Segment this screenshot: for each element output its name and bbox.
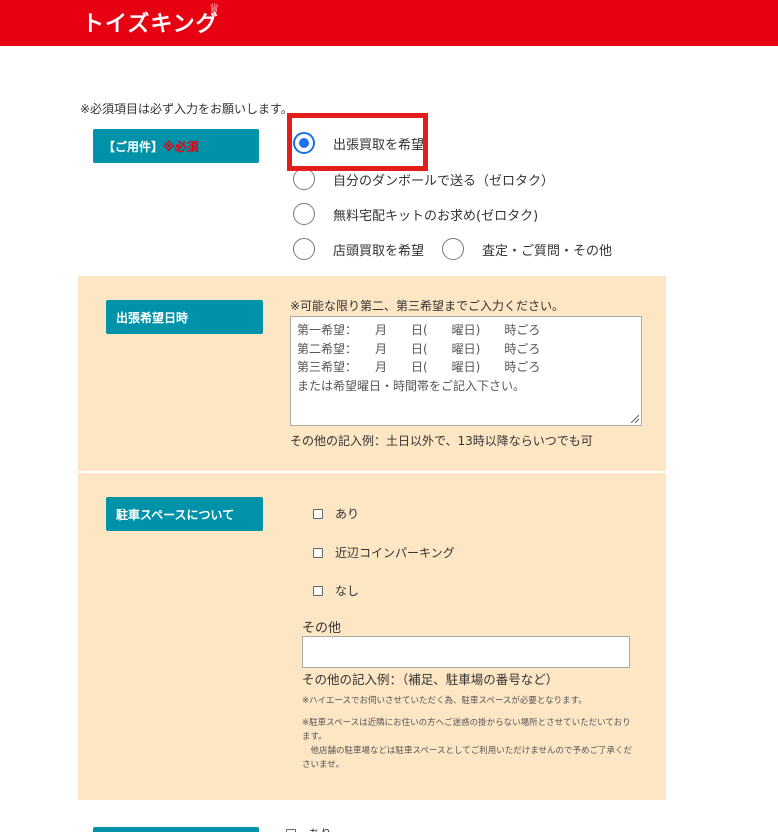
checkbox-label: あり (335, 507, 360, 521)
checkbox-label: 近辺コインパーキング (335, 546, 455, 560)
checkbox[interactable] (313, 547, 323, 558)
radio-button[interactable] (293, 203, 315, 225)
radio-option-own-box[interactable]: 自分のダンボールで送る（ゼロタク） (293, 168, 554, 190)
required-mark: ※必須 (163, 140, 199, 154)
crown-icon: ♕ (209, 1, 220, 15)
radio-label: 査定・ご質問・その他 (482, 243, 613, 259)
visit-date-label: 出張希望日時 (106, 300, 263, 334)
checkbox-label: あり (308, 825, 332, 832)
site-header: トイズキング ♕ (0, 0, 778, 46)
radio-option-store-purchase[interactable]: 店頭買取を希望 (293, 238, 424, 260)
required-note: ※必須項目は必ず入力をお願いします。 (80, 102, 293, 116)
checkbox-option-yes[interactable]: あり (313, 505, 359, 522)
checkbox-label: なし (335, 584, 360, 598)
textarea-line: 第二希望： 月 日( 曜日) 時ごろ (297, 341, 541, 356)
radio-button[interactable] (293, 238, 315, 260)
parking-label: 駐車スペースについて (106, 497, 263, 531)
parking-other-example: その他の記入例：（補足、駐車場の番号など） (302, 672, 559, 687)
checkbox-option-none[interactable]: なし (313, 582, 359, 599)
radio-option-free-kit[interactable]: 無料宅配キットのお求め(ゼロタク) (293, 203, 538, 225)
visit-date-hint: ※可能な限り第二、第三希望までご入力ください。 (290, 299, 565, 313)
next-section-option[interactable]: あり (286, 825, 332, 832)
radio-label: 店頭買取を希望 (333, 243, 425, 259)
checkbox[interactable] (286, 828, 296, 832)
textarea-line: 第一希望： 月 日( 曜日) 時ごろ (297, 323, 541, 337)
parking-other-label: その他 (302, 621, 342, 636)
textarea-line: 第三希望： 月 日( 曜日) 時ごろ (297, 360, 541, 374)
visit-date-example: その他の記入例：土日以外で、13時以降ならいつでも可 (290, 434, 593, 448)
parking-note-line: ます。 (302, 732, 327, 742)
parking-note-hiace: ※ハイエースでお伺いさせていただく為、駐車スペースが必要となります。 (302, 696, 587, 706)
radio-label: 自分のダンボールで送る（ゼロタク） (333, 173, 555, 189)
radio-label: 無料宅配キットのお求め(ゼロタク) (333, 208, 539, 224)
radio-button[interactable] (442, 238, 464, 260)
checkbox-option-coin-parking[interactable]: 近辺コインパーキング (313, 544, 455, 561)
checkbox[interactable] (313, 585, 323, 596)
textarea-line: または希望曜日・時間帯をご記入下さい。 (297, 378, 526, 393)
next-section-label (93, 827, 259, 832)
parking-other-input[interactable] (302, 636, 630, 668)
highlight-box (287, 113, 428, 171)
resize-handle-icon[interactable] (629, 413, 639, 423)
checkbox[interactable] (313, 508, 323, 519)
parking-note-line: ※駐車スペースは近隣にお住いの方へご迷惑の掛からない場所とさせていただいており (302, 718, 631, 728)
service-label-text: 【ご用件】 (103, 140, 164, 154)
parking-note-line: 他店舗の駐車場などは駐車スペースとしてご利用いただけませんので予めご了承くだ (302, 746, 632, 756)
radio-button[interactable] (293, 168, 315, 190)
service-label: 【ご用件】※必須 (93, 129, 259, 163)
radio-option-inquiry[interactable]: 査定・ご質問・その他 (442, 238, 612, 260)
site-logo[interactable]: トイズキング (82, 6, 219, 38)
parking-note-line: さいませ。 (302, 760, 345, 770)
visit-date-textarea[interactable]: 第一希望： 月 日( 曜日) 時ごろ 第二希望： 月 日( 曜日) 時ごろ 第三… (290, 316, 642, 426)
